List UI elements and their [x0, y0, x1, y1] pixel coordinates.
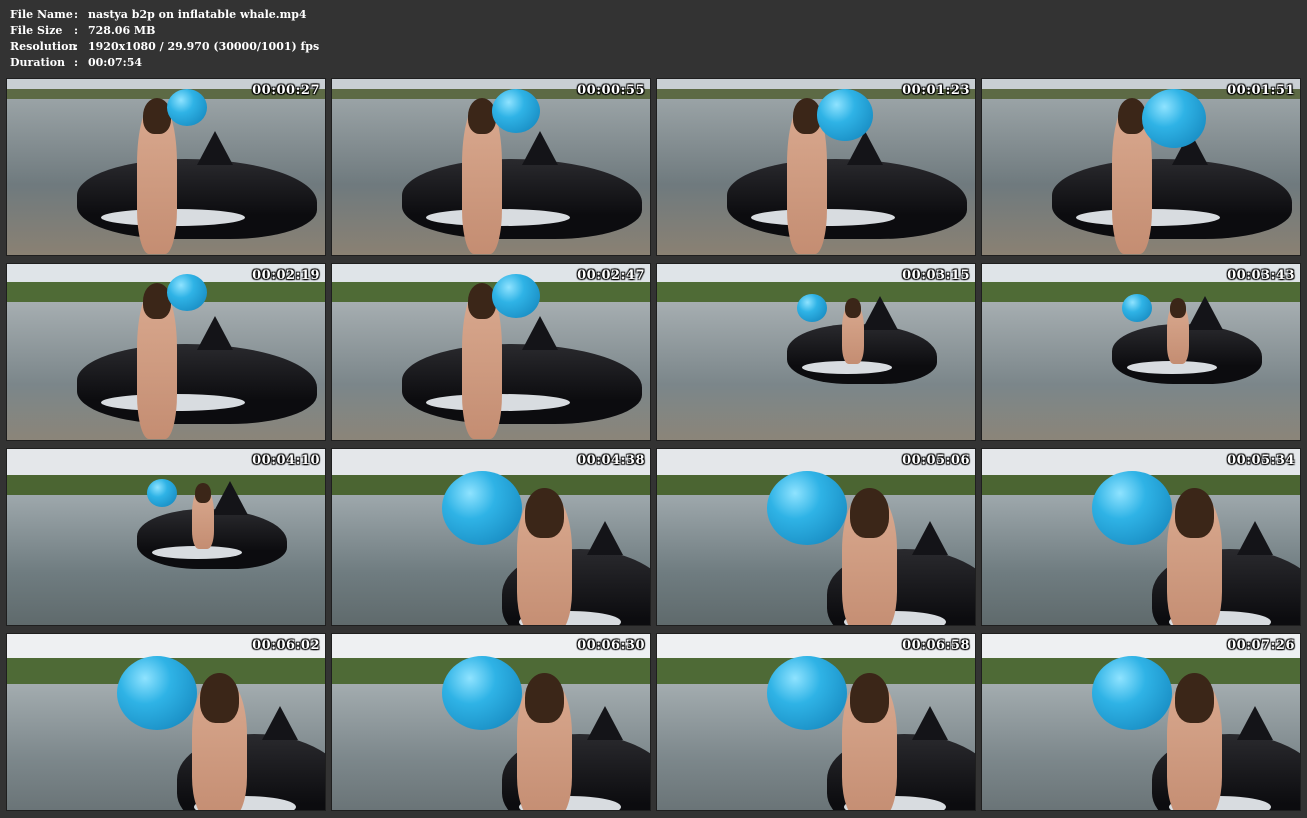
whale-fin: [587, 521, 623, 555]
file-name-label: File Name: [10, 8, 73, 21]
balloon-shape: [117, 656, 197, 730]
whale-fin: [1237, 706, 1273, 740]
whale-fin: [522, 316, 558, 350]
person-hair: [845, 298, 861, 318]
balloon-shape: [147, 479, 177, 507]
balloon-shape: [797, 294, 827, 322]
resolution-row: Resolution : 1920x1080 / 29.970 (30000/1…: [10, 39, 319, 55]
file-size-value: 728.06 MB: [88, 24, 156, 37]
balloon-shape: [1142, 89, 1206, 148]
thumbnail-timestamp: 00:00:27: [252, 83, 320, 98]
file-name-value: nastya b2p on inflatable whale.mp4: [88, 8, 307, 21]
whale-fin: [522, 131, 558, 165]
video-thumbnail[interactable]: 00:04:38: [331, 448, 651, 626]
resolution-separator: :: [74, 40, 79, 53]
thumbnail-timestamp: 00:02:47: [577, 268, 645, 283]
video-thumbnail[interactable]: 00:06:02: [6, 633, 326, 811]
whale-fin: [912, 521, 948, 555]
thumbnail-timestamp: 00:01:23: [902, 83, 970, 98]
person-hair: [525, 673, 564, 723]
video-thumbnail[interactable]: 00:01:23: [656, 78, 976, 256]
thumbnail-timestamp: 00:04:10: [252, 453, 320, 468]
thumbnail-timestamp: 00:07:26: [1227, 638, 1295, 653]
person-hair: [1175, 673, 1214, 723]
balloon-shape: [442, 656, 522, 730]
person-hair: [195, 483, 211, 503]
balloon-shape: [442, 471, 522, 545]
thumbnail-timestamp: 00:01:51: [1227, 83, 1295, 98]
video-thumbnail[interactable]: 00:03:43: [981, 263, 1301, 441]
balloon-shape: [1122, 294, 1152, 322]
balloon-shape: [492, 274, 540, 319]
whale-fin: [587, 706, 623, 740]
whale-fin: [1187, 296, 1223, 330]
file-size-separator: :: [74, 24, 79, 37]
balloon-shape: [817, 89, 873, 141]
balloon-shape: [167, 89, 207, 126]
thumbnail-timestamp: 00:04:38: [577, 453, 645, 468]
whale-fin: [912, 706, 948, 740]
resolution-value: 1920x1080 / 29.970 (30000/1001) fps: [88, 40, 320, 53]
resolution-label: Resolution: [10, 40, 77, 53]
whale-fin: [862, 296, 898, 330]
video-thumbnail[interactable]: 00:04:10: [6, 448, 326, 626]
thumbnail-timestamp: 00:02:19: [252, 268, 320, 283]
person-hair: [525, 488, 564, 538]
video-thumbnail[interactable]: 00:06:30: [331, 633, 651, 811]
thumbnail-timestamp: 00:00:55: [577, 83, 645, 98]
whale-fin: [212, 481, 248, 515]
video-thumbnail[interactable]: 00:02:19: [6, 263, 326, 441]
duration-label: Duration: [10, 56, 66, 69]
video-thumbnail[interactable]: 00:00:55: [331, 78, 651, 256]
video-thumbnail[interactable]: 00:00:27: [6, 78, 326, 256]
balloon-shape: [492, 89, 540, 134]
person-hair: [200, 673, 239, 723]
whale-fin: [262, 706, 298, 740]
video-thumbnail[interactable]: 00:01:51: [981, 78, 1301, 256]
balloon-shape: [1092, 656, 1172, 730]
thumbnail-timestamp: 00:06:30: [577, 638, 645, 653]
file-name-separator: :: [74, 8, 79, 21]
file-info-header: File Name : nastya b2p on inflatable wha…: [10, 7, 319, 71]
file-size-row: File Size : 728.06 MB: [10, 23, 319, 39]
duration-row: Duration : 00:07:54: [10, 55, 319, 71]
video-thumbnail[interactable]: 00:07:26: [981, 633, 1301, 811]
whale-fin: [197, 131, 233, 165]
person-hair: [850, 673, 889, 723]
thumbnail-timestamp: 00:06:58: [902, 638, 970, 653]
thumbnail-timestamp: 00:05:06: [902, 453, 970, 468]
video-thumbnail[interactable]: 00:02:47: [331, 263, 651, 441]
video-thumbnail[interactable]: 00:05:06: [656, 448, 976, 626]
thumbnail-timestamp: 00:03:43: [1227, 268, 1295, 283]
whale-fin: [197, 316, 233, 350]
thumbnail-timestamp: 00:06:02: [252, 638, 320, 653]
person-hair: [850, 488, 889, 538]
balloon-shape: [767, 656, 847, 730]
video-thumbnail[interactable]: 00:05:34: [981, 448, 1301, 626]
thumbnail-timestamp: 00:03:15: [902, 268, 970, 283]
video-thumbnail[interactable]: 00:03:15: [656, 263, 976, 441]
whale-fin: [1237, 521, 1273, 555]
video-thumbnail[interactable]: 00:06:58: [656, 633, 976, 811]
thumbnail-timestamp: 00:05:34: [1227, 453, 1295, 468]
duration-value: 00:07:54: [88, 56, 143, 69]
person-hair: [1175, 488, 1214, 538]
balloon-shape: [767, 471, 847, 545]
person-hair: [1170, 298, 1186, 318]
file-name-row: File Name : nastya b2p on inflatable wha…: [10, 7, 319, 23]
duration-separator: :: [74, 56, 79, 69]
balloon-shape: [1092, 471, 1172, 545]
thumbnail-grid: 00:00:27 00:00:55 00:01:23 00:01:51 00:02:19…: [6, 78, 1302, 812]
balloon-shape: [167, 274, 207, 311]
file-size-label: File Size: [10, 24, 63, 37]
